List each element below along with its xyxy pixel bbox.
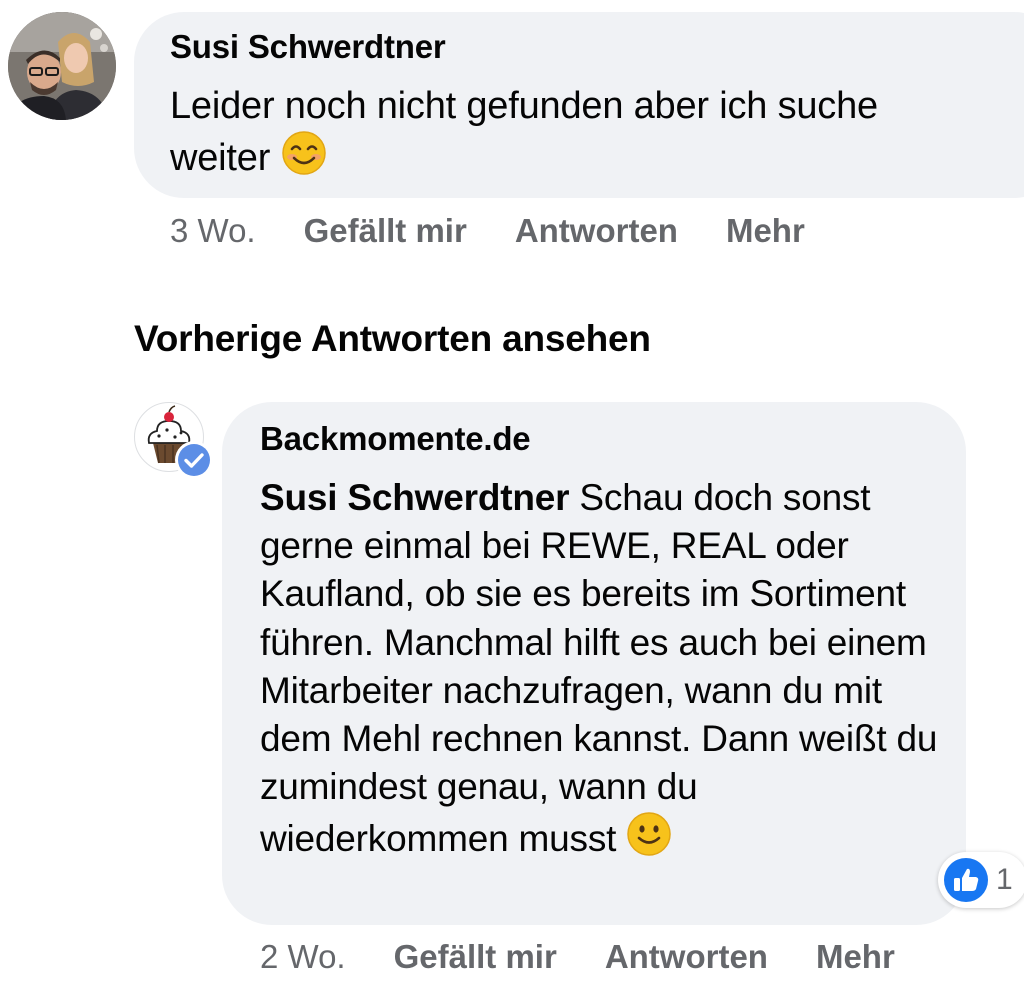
comment-text-body: Leider noch nicht gefunden aber ich such… <box>170 85 878 179</box>
reply-button[interactable]: Antworten <box>515 212 678 250</box>
thumbs-up-icon <box>944 858 988 902</box>
mention-link[interactable]: Susi Schwerdtner <box>260 477 570 518</box>
like-button[interactable]: Gefällt mir <box>394 938 557 976</box>
like-button[interactable]: Gefällt mir <box>304 212 467 250</box>
reaction-summary[interactable]: 1 <box>938 852 1024 908</box>
comment-actions: 3 Wo. Gefällt mir Antworten Mehr <box>170 212 853 250</box>
comment-thread: Susi Schwerdtner Leider noch nicht gefun… <box>0 0 1024 998</box>
comment-text: Susi Schwerdtner Schau doch sonst gerne … <box>260 474 940 870</box>
comment-text-body: Schau doch sonst gerne einmal bei REWE, … <box>260 477 938 860</box>
reply-button[interactable]: Antworten <box>605 938 768 976</box>
comment-timestamp[interactable]: 3 Wo. <box>170 212 256 250</box>
verified-badge-icon <box>174 440 214 480</box>
profile-photo <box>8 12 116 120</box>
view-previous-replies-link[interactable]: Vorherige Antworten ansehen <box>134 318 651 360</box>
comment-actions: 2 Wo. Gefällt mir Antworten Mehr <box>260 938 943 976</box>
more-button[interactable]: Mehr <box>726 212 805 250</box>
smiling-face-emoji-icon <box>281 130 327 188</box>
comment-author[interactable]: Backmomente.de <box>260 420 531 458</box>
slightly-smiling-face-emoji-icon <box>626 811 672 869</box>
reaction-count: 1 <box>996 863 1013 896</box>
comment-timestamp[interactable]: 2 Wo. <box>260 938 346 976</box>
comment-author[interactable]: Susi Schwerdtner <box>170 28 446 66</box>
comment-text: Leider noch nicht gefunden aber ich such… <box>170 82 990 188</box>
avatar[interactable] <box>8 12 116 120</box>
more-button[interactable]: Mehr <box>816 938 895 976</box>
